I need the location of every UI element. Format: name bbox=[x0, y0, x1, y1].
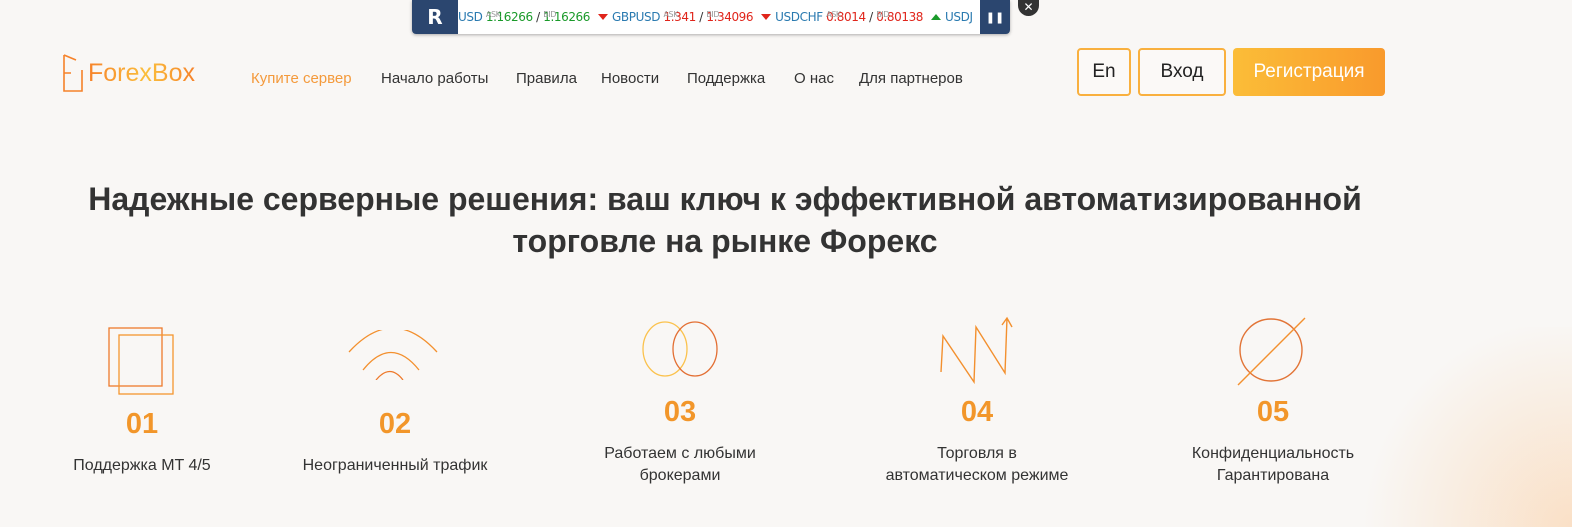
zigzag-arrow-icon bbox=[940, 316, 1013, 385]
down-arrow-icon bbox=[761, 14, 772, 20]
logo[interactable]: ForexBox bbox=[62, 54, 195, 92]
down-arrow-icon bbox=[598, 14, 609, 20]
nav-support[interactable]: Поддержка bbox=[687, 70, 765, 87]
ticker-item[interactable]: USD ASK 1.16266 / BID 1.16266 bbox=[458, 0, 590, 34]
language-button[interactable]: En bbox=[1077, 48, 1131, 96]
nav-partners[interactable]: Для партнеров bbox=[859, 70, 963, 87]
login-button[interactable]: Вход bbox=[1138, 48, 1226, 96]
ticker-item[interactable]: USDJ bbox=[925, 0, 973, 34]
feature-label: Работаем с любыми брокерами bbox=[604, 445, 756, 484]
nav-buy-server[interactable]: Купите сервер bbox=[251, 70, 352, 87]
pause-button[interactable]: ❚❚ bbox=[980, 0, 1010, 34]
close-ticker-button[interactable]: ✕ bbox=[1018, 0, 1039, 16]
logo-icon bbox=[63, 54, 83, 92]
register-button[interactable]: Регистрация bbox=[1233, 48, 1385, 96]
page-title: Надежные серверные решения: ваш ключ к э… bbox=[88, 181, 1362, 259]
nav-news[interactable]: Новости bbox=[601, 70, 659, 87]
circles-icon bbox=[642, 321, 718, 377]
nav-about[interactable]: О нас bbox=[794, 70, 834, 87]
empty-set-icon bbox=[1237, 317, 1306, 386]
currency-ticker: R USD ASK 1.16266 / BID 1.16266 GBPUSD ASK… bbox=[412, 0, 1010, 34]
nav-getting-started[interactable]: Начало работы bbox=[381, 70, 488, 87]
ticker-item[interactable]: USDCHF ASK 0.8014 / BID 0.80138 bbox=[755, 0, 923, 34]
up-arrow-icon bbox=[931, 14, 942, 20]
ticker-strip: USD ASK 1.16266 / BID 1.16266 GBPUSD ASK 1.… bbox=[458, 0, 980, 34]
feature-label: Конфиденциальность Гарантирована bbox=[1191, 445, 1355, 484]
squares-icon bbox=[108, 327, 174, 395]
ticker-item[interactable]: GBPUSD ASK 1.341 / BID 1.34096 bbox=[592, 0, 754, 34]
nav-rules[interactable]: Правила bbox=[516, 70, 577, 87]
feature-label: Торговля в автоматическом режиме bbox=[885, 445, 1069, 484]
broker-logo[interactable]: R bbox=[412, 0, 458, 34]
signal-icon bbox=[348, 330, 438, 380]
